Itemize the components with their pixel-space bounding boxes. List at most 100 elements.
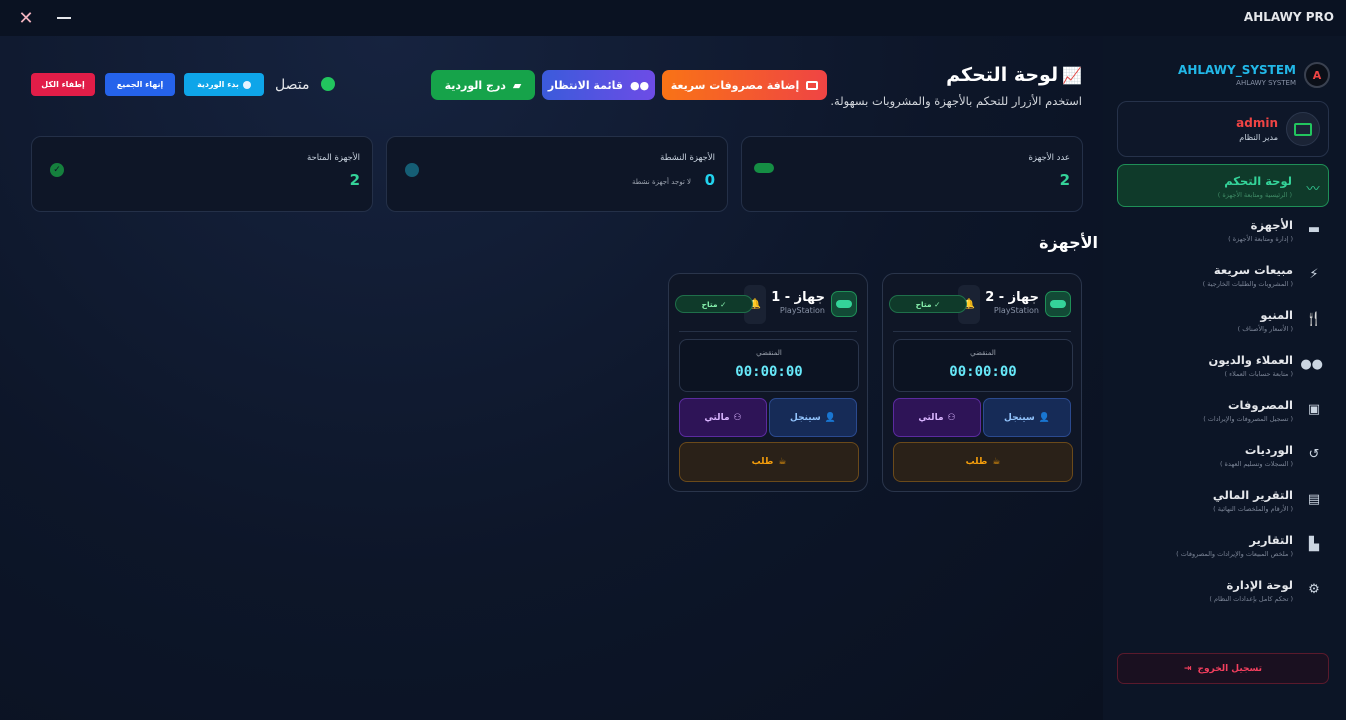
- history-icon: ↺: [1308, 447, 1320, 462]
- sidebar-item-reports[interactable]: ▙ التقارير ( ملخص المبيعات والإيرادات وا…: [1117, 524, 1329, 568]
- sign-out-icon: ⇥: [1183, 663, 1192, 674]
- utensils-icon: 🍴: [1305, 312, 1323, 327]
- stat-available-devices: الأجهزة المتاحة 2 ✓: [31, 136, 373, 212]
- divider: [893, 331, 1071, 332]
- device-type: PlayStation: [993, 306, 1039, 315]
- sidebar-item-sub: ( ملخص المبيعات والإيرادات والمصروفات ): [1176, 550, 1293, 558]
- sidebar-item-menu[interactable]: 🍴 المنيو ( الأسعار والأصناف ): [1117, 299, 1329, 343]
- timer-value: 00:00:00: [949, 364, 1017, 380]
- waiting-list-label: قائمة الانتظار: [547, 78, 623, 92]
- bar-chart-icon: ▙: [1309, 537, 1319, 552]
- stat-value: 0: [704, 171, 715, 189]
- single-label: سينجل: [790, 412, 821, 423]
- shift-drawer-button[interactable]: درج الوردية ▰: [431, 70, 535, 100]
- report-card-icon: ▤: [1307, 492, 1321, 507]
- brand: A AHLAWY_SYSTEM AHLAWY SYSTEM: [1178, 62, 1330, 88]
- waiting-list-button[interactable]: قائمة الانتظار ●●: [542, 70, 655, 100]
- chart-line-icon: 〰: [1306, 182, 1320, 197]
- sidebar-item-sub: ( متابعة حسابات العملاء ): [1224, 370, 1293, 378]
- gamepad-icon: [1045, 291, 1071, 317]
- user-icon: 👤: [1038, 412, 1050, 423]
- end-all-button[interactable]: إنهاء الجميع: [105, 73, 175, 96]
- user-name: admin: [1236, 116, 1278, 130]
- quick-expense-button[interactable]: إضافة مصروفات سريعة: [662, 70, 827, 100]
- single-button[interactable]: 👤 سينجل: [983, 398, 1071, 437]
- order-label: طلب: [965, 457, 988, 467]
- start-shift-label: بدء الوردية: [197, 80, 239, 89]
- user-role: مدير النظام: [1239, 133, 1278, 142]
- shift-drawer-label: درج الوردية: [444, 78, 506, 92]
- sidebar-item-label: التقرير المالي: [1212, 488, 1293, 502]
- sidebar-item-label: الورديات: [1244, 443, 1293, 457]
- timer-label: المنقضي: [970, 349, 996, 357]
- sidebar-item-label: المنيو: [1260, 308, 1293, 322]
- gamepad-icon: [754, 163, 774, 177]
- timer-label: المنقضي: [756, 349, 782, 357]
- sidebar-item-label: الأجهزة: [1250, 218, 1293, 232]
- single-label: سينجل: [1004, 412, 1035, 423]
- gamepad-icon: [831, 291, 857, 317]
- minimize-icon[interactable]: [54, 8, 74, 28]
- sidebar-item-shifts[interactable]: ↺ الورديات ( السجلات وتسليم العهدة ): [1117, 434, 1329, 478]
- sidebar-item-expenses[interactable]: ▣ المصروفات ( تسجيل المصروفات والإيرادات…: [1117, 389, 1329, 433]
- end-all-label: إنهاء الجميع: [116, 80, 164, 89]
- close-icon[interactable]: ✕: [16, 8, 36, 29]
- sidebar-item-label: مبيعات سريعة: [1213, 263, 1293, 277]
- page-title: 📈 لوحة التحكم: [946, 64, 1082, 86]
- sidebar-item-sub: ( الأرقام والملخصات النهائية ): [1213, 505, 1293, 513]
- sidebar-item-label: العملاء والديون: [1208, 353, 1293, 367]
- window-title: AHLAWY PRO: [1243, 10, 1334, 24]
- sidebar-item-label: لوحة الإدارة: [1226, 578, 1293, 592]
- multi-button[interactable]: ⚇ مالتي: [893, 398, 981, 437]
- sidebar-item-customers[interactable]: ●● العملاء والديون ( متابعة حسابات العمل…: [1117, 344, 1329, 388]
- elapsed-timer: المنقضي 00:00:00: [893, 339, 1073, 392]
- page-description: استخدم الأزرار للتحكم بالأجهزة والمشروبا…: [830, 94, 1082, 108]
- status-badge: ✓ متاح: [889, 295, 967, 313]
- sidebar-item-sub: ( الرئيسية ومتابعة الأجهزة ): [1217, 191, 1292, 199]
- order-button[interactable]: ☕ طلب: [679, 442, 859, 482]
- stat-note: لا توجد أجهزة نشطة: [632, 178, 691, 186]
- divider: [679, 331, 857, 332]
- chart-line-icon: 📈: [1062, 65, 1082, 85]
- order-button[interactable]: ☕ طلب: [893, 442, 1073, 482]
- brand-name: AHLAWY_SYSTEM: [1178, 63, 1296, 77]
- sidebar-item-quick-sales[interactable]: ⚡ مبيعات سريعة ( المشروبات والطلبات الخا…: [1117, 254, 1329, 298]
- device-name: جهاز - 2: [985, 290, 1039, 305]
- stat-value: 2: [1059, 171, 1070, 189]
- sidebar-item-devices[interactable]: ▬ الأجهزة ( إدارة ومتابعة الأجهزة ): [1117, 209, 1329, 253]
- timer-value: 00:00:00: [735, 364, 803, 380]
- single-button[interactable]: 👤 سينجل: [769, 398, 857, 437]
- start-shift-button[interactable]: بدء الوردية: [184, 73, 264, 96]
- id-card-icon: [1286, 112, 1320, 146]
- check-circle-icon: ✓: [46, 163, 64, 177]
- elapsed-timer: المنقضي 00:00:00: [679, 339, 859, 392]
- sidebar-item-sub: ( تسجيل المصروفات والإيرادات ): [1203, 415, 1293, 423]
- stat-total-devices: عدد الأجهزة 2: [741, 136, 1083, 212]
- sidebar-item-admin[interactable]: ⚙ لوحة الإدارة ( تحكم كامل بإعدادات النظ…: [1117, 569, 1329, 613]
- sidebar-item-label: لوحة التحكم: [1224, 174, 1292, 188]
- coffee-icon: ☕: [992, 457, 1001, 467]
- user-icon: 👤: [824, 412, 836, 423]
- multi-label: مالتي: [918, 412, 944, 423]
- cash-drawer-icon: ▰: [512, 78, 522, 92]
- sidebar-item-financial-report[interactable]: ▤ التقرير المالي ( الأرقام والملخصات الن…: [1117, 479, 1329, 523]
- multi-button[interactable]: ⚇ مالتي: [679, 398, 767, 437]
- connection-status-label: متصل: [275, 77, 310, 93]
- bolt-icon: ⚡: [1309, 267, 1319, 282]
- power-off-all-button[interactable]: إطفاء الكل: [31, 73, 95, 96]
- multi-label: مالتي: [704, 412, 730, 423]
- user-card: admin مدير النظام: [1117, 101, 1329, 157]
- sidebar-item-dashboard[interactable]: 〰 لوحة التحكم ( الرئيسية ومتابعة الأجهزة…: [1117, 164, 1329, 207]
- logout-label: تسجيل الخروج: [1197, 663, 1263, 674]
- money-icon: ▣: [1307, 402, 1321, 417]
- order-label: طلب: [751, 457, 774, 467]
- stat-value: 2: [349, 171, 360, 189]
- wallet-icon: [806, 80, 819, 90]
- multi-users-icon: ⚇: [947, 412, 956, 423]
- logout-button[interactable]: تسجيل الخروج ⇥: [1117, 653, 1329, 684]
- sidebar-item-sub: ( المشروبات والطلبات الخارجية ): [1202, 280, 1293, 288]
- sidebar-item-label: المصروفات: [1227, 398, 1293, 412]
- device-name: جهاز - 1: [771, 290, 825, 305]
- connection-status-dot: [321, 77, 335, 91]
- brand-logo: A: [1304, 62, 1330, 88]
